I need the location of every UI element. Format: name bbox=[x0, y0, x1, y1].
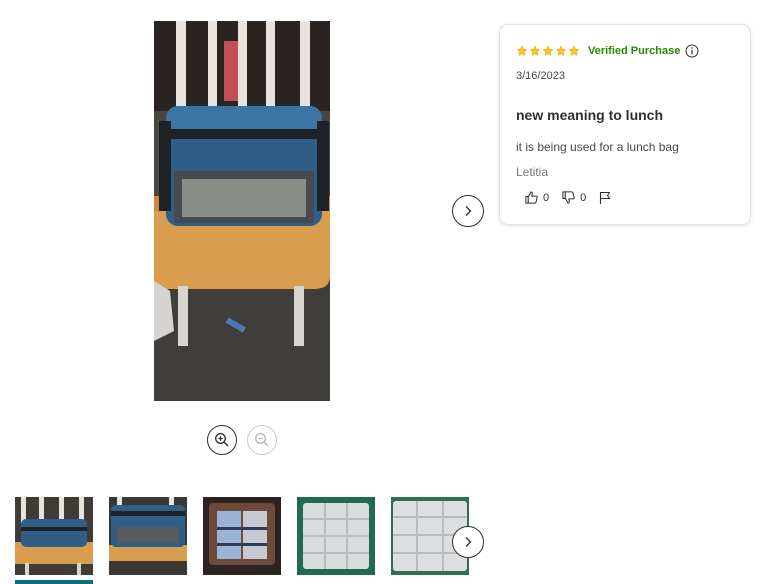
zoom-in-icon bbox=[215, 433, 229, 447]
thumbnail-3[interactable] bbox=[203, 497, 281, 575]
unhelpful-count: 0 bbox=[580, 191, 587, 204]
unhelpful-button[interactable]: 0 bbox=[561, 190, 586, 205]
thumbs-down-icon bbox=[562, 191, 575, 204]
review-actions: 0 0 bbox=[524, 190, 624, 205]
bag-photo-image bbox=[154, 21, 330, 401]
review-body: it is being used for a lunch bag bbox=[516, 140, 679, 154]
thumbs-up-icon bbox=[525, 191, 538, 204]
star-icon bbox=[529, 45, 541, 57]
star-icon bbox=[568, 45, 580, 57]
review-date: 3/16/2023 bbox=[516, 70, 565, 82]
star-rating bbox=[516, 45, 580, 57]
selected-thumbnail-indicator bbox=[15, 580, 93, 584]
review-author: Letitia bbox=[516, 165, 549, 179]
verified-purchase-badge: Verified Purchase bbox=[588, 45, 681, 57]
thumbnail-2[interactable] bbox=[109, 497, 187, 575]
helpful-button[interactable]: 0 bbox=[524, 190, 549, 205]
zoom-out-button[interactable] bbox=[247, 425, 277, 455]
star-icon bbox=[516, 45, 528, 57]
zoom-out-icon bbox=[255, 433, 269, 447]
thumbnail-image bbox=[203, 497, 281, 575]
zoom-in-button[interactable] bbox=[207, 425, 237, 455]
chevron-right-icon bbox=[465, 206, 472, 216]
thumbnail-4[interactable] bbox=[297, 497, 375, 575]
thumbnail-image bbox=[15, 497, 93, 575]
review-title: new meaning to lunch bbox=[516, 107, 664, 123]
thumbnail-image bbox=[297, 497, 375, 575]
helpful-count: 0 bbox=[543, 191, 550, 204]
flag-icon bbox=[600, 191, 611, 204]
chevron-right-icon bbox=[465, 537, 472, 547]
verified-info-button[interactable] bbox=[685, 44, 699, 63]
thumbnail-1[interactable] bbox=[15, 497, 93, 575]
report-button[interactable] bbox=[598, 191, 612, 205]
review-card: Verified Purchase 3/16/2023 new meaning … bbox=[499, 24, 751, 225]
next-thumbnails-button[interactable] bbox=[452, 526, 484, 558]
info-icon bbox=[685, 44, 699, 58]
star-icon bbox=[555, 45, 567, 57]
next-photo-button[interactable] bbox=[452, 195, 484, 227]
thumbnail-image bbox=[109, 497, 187, 575]
star-icon bbox=[542, 45, 554, 57]
main-review-photo[interactable] bbox=[154, 21, 330, 401]
